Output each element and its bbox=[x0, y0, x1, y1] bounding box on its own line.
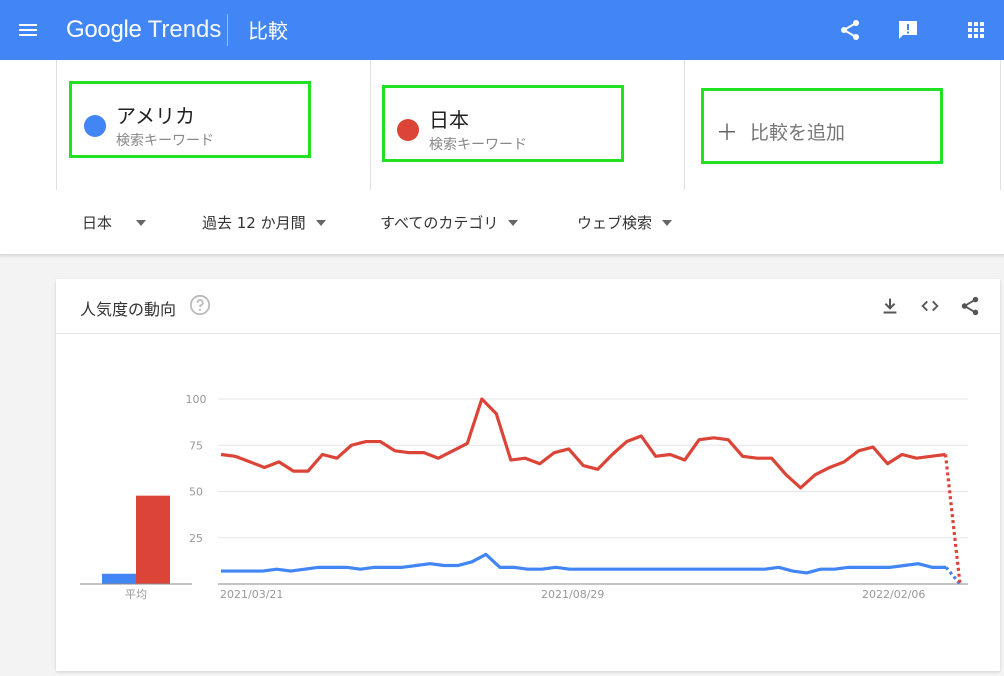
series-partial-segment bbox=[943, 454, 962, 585]
x-axis-labels: 2021/03/21 2021/08/29 2022/02/06 bbox=[220, 588, 925, 601]
add-comparison-label: 比較を追加 bbox=[750, 122, 846, 144]
compare-term-usa[interactable]: アメリカ 検索キーワード bbox=[69, 81, 311, 158]
filter-bar: 日本 過去 12 か月間 すべてのカテゴリ ウェブ検索 bbox=[0, 190, 1004, 255]
y-tick-label: 25 bbox=[189, 532, 203, 545]
average-bar[interactable] bbox=[102, 573, 136, 584]
app-header: Google Trends 比較 bbox=[0, 0, 1004, 60]
x-tick-label: 2021/03/21 bbox=[220, 588, 283, 601]
y-tick-label: 75 bbox=[189, 439, 203, 452]
card-header: 人気度の動向 bbox=[56, 279, 1000, 334]
time-filter[interactable]: 過去 12 か月間 bbox=[202, 212, 326, 233]
category-filter-label: すべてのカテゴリ bbox=[380, 214, 499, 232]
search-type-filter[interactable]: ウェブ検索 bbox=[577, 212, 673, 233]
term-name: アメリカ bbox=[116, 104, 195, 128]
term-subtitle: 検索キーワード bbox=[429, 137, 527, 153]
feedback-icon[interactable] bbox=[896, 18, 920, 42]
column-divider bbox=[370, 60, 371, 190]
region-filter[interactable]: 日本 bbox=[82, 212, 147, 233]
column-divider bbox=[684, 60, 685, 190]
embed-icon[interactable] bbox=[919, 295, 941, 317]
share-icon[interactable] bbox=[959, 295, 981, 317]
column-divider bbox=[1000, 60, 1001, 190]
term-color-dot bbox=[397, 119, 419, 141]
series-line[interactable] bbox=[220, 397, 946, 490]
card-title: 人気度の動向 bbox=[80, 300, 177, 319]
time-filter-label: 過去 12 か月間 bbox=[202, 214, 306, 232]
x-tick-label: 2021/08/29 bbox=[541, 588, 604, 601]
add-comparison-button[interactable]: ＋ 比較を追加 bbox=[701, 88, 943, 164]
series-line[interactable] bbox=[221, 552, 947, 575]
term-subtitle: 検索キーワード bbox=[116, 133, 214, 149]
average-bar[interactable] bbox=[136, 495, 170, 584]
average-label: 平均 bbox=[125, 588, 147, 601]
compare-terms-row: アメリカ 検索キーワード 日本 検索キーワード ＋ 比較を追加 bbox=[0, 60, 1004, 191]
header-divider bbox=[227, 14, 228, 46]
region-filter-label: 日本 bbox=[82, 214, 113, 232]
term-color-dot bbox=[84, 115, 106, 137]
average-bars: 平均 bbox=[80, 495, 192, 601]
category-filter[interactable]: すべてのカテゴリ bbox=[380, 212, 519, 233]
chevron-down-icon bbox=[315, 219, 326, 226]
compare-term-japan[interactable]: 日本 検索キーワード bbox=[382, 85, 624, 162]
share-icon[interactable] bbox=[838, 18, 862, 42]
interest-over-time-card: 人気度の動向 平均 100 75 50 25 2021/03/21 2021/08/29… bbox=[56, 279, 1000, 671]
y-tick-label: 100 bbox=[186, 393, 207, 406]
column-divider bbox=[56, 60, 57, 190]
logo-trends-text: Trends bbox=[147, 16, 222, 43]
menu-icon[interactable] bbox=[16, 18, 40, 42]
help-icon[interactable] bbox=[189, 294, 211, 316]
chevron-down-icon bbox=[136, 219, 147, 226]
y-tick-label: 50 bbox=[189, 486, 203, 499]
download-icon[interactable] bbox=[879, 295, 901, 317]
search-type-filter-label: ウェブ検索 bbox=[577, 214, 653, 232]
term-name: 日本 bbox=[429, 108, 469, 132]
page-title: 比較 bbox=[248, 19, 288, 43]
x-tick-label: 2022/02/06 bbox=[862, 588, 925, 601]
chevron-down-icon bbox=[508, 219, 519, 226]
apps-icon[interactable] bbox=[964, 18, 988, 42]
interest-chart: 平均 100 75 50 25 2021/03/21 2021/08/29 2022/02… bbox=[80, 393, 968, 601]
chart-gridlines: 100 75 50 25 bbox=[186, 393, 968, 585]
plus-icon: ＋ bbox=[716, 121, 739, 146]
google-trends-logo[interactable]: Google Trends bbox=[66, 14, 221, 46]
logo-google-text: Google bbox=[66, 16, 142, 43]
chevron-down-icon bbox=[662, 219, 673, 226]
